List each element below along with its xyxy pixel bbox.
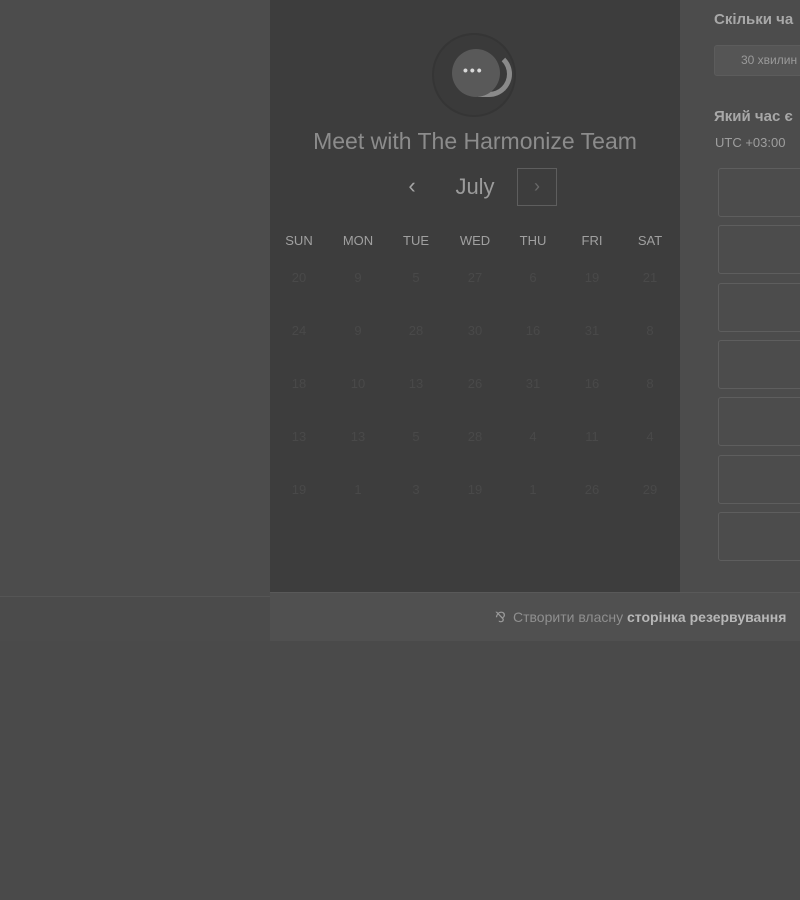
duration-option-button[interactable]: 30 хвилин	[714, 45, 800, 76]
calendar-day: 21	[642, 270, 658, 285]
time-slot-button[interactable]	[718, 454, 800, 504]
time-slot-button[interactable]	[718, 225, 800, 275]
calendar-day: 29	[642, 482, 658, 497]
time-question: Який час є	[714, 108, 793, 125]
sprocket-icon: ⅋	[495, 609, 506, 625]
meeting-title: Meet with The Harmonize Team	[313, 128, 637, 154]
calendar-day: 20	[291, 270, 307, 285]
calendar-day: 24	[291, 323, 307, 338]
time-slot-button[interactable]	[718, 282, 800, 332]
calendar-panel: ••• Meet with The Harmonize Team ‹ July …	[270, 0, 680, 592]
time-slot-button[interactable]	[718, 397, 800, 447]
calendar-day: 30	[467, 323, 483, 338]
weekday-label: SUN	[285, 233, 313, 248]
footer-left-area	[0, 597, 270, 641]
weekday-label: MON	[342, 233, 374, 248]
timezone-selector[interactable]: UTC +03:00	[715, 135, 785, 150]
next-month-button[interactable]: ›	[517, 168, 557, 206]
time-slot-button[interactable]	[718, 168, 800, 217]
calendar-day: 8	[646, 323, 654, 338]
calendar-day: 3	[412, 482, 420, 497]
weekday-label: WED	[459, 233, 491, 248]
calendar-day: 1	[529, 482, 537, 497]
calendar-day: 19	[584, 270, 600, 285]
calendar-day: 8	[646, 376, 654, 391]
previous-month-button[interactable]: ‹	[402, 172, 422, 202]
booking-panel: Скільки ча 30 хвилин Який час є UTC +03:…	[682, 0, 800, 592]
month-navigation: ‹ July ›	[270, 166, 680, 208]
calendar-day: 16	[584, 376, 600, 391]
calendar-day: 19	[467, 482, 483, 497]
weekday-header: SUN MON TUE WED THU FRI SAT	[270, 233, 680, 251]
weekday-label: SAT	[637, 233, 663, 248]
weekday-label: THU	[519, 233, 547, 248]
calendar-day: 26	[467, 376, 483, 391]
calendar-day: 13	[408, 376, 424, 391]
calendar-day: 4	[646, 429, 654, 444]
calendar-day: 28	[467, 429, 483, 444]
calendar-day: 28	[408, 323, 424, 338]
footer: ⅋ Створити власну сторінка резервування	[270, 592, 800, 641]
create-booking-page-link[interactable]: ⅋ Створити власну сторінка резервування	[495, 609, 786, 626]
footer-prefix: Створити власну	[513, 609, 628, 625]
calendar-day: 4	[529, 429, 537, 444]
calendar-day: 31	[584, 323, 600, 338]
weekday-label: FRI	[581, 233, 603, 248]
calendar-grid: 20 9 5 27 6 19 21 24 9 28 30 16 31 8 18 10 13 26 31 16 8 13 13…	[270, 262, 680, 542]
calendar-day: 13	[291, 429, 307, 444]
calendar-day: 9	[354, 270, 362, 285]
calendar-day: 19	[291, 482, 307, 497]
calendar-day: 13	[350, 429, 366, 444]
calendar-day: 31	[525, 376, 541, 391]
weekday-label: TUE	[403, 233, 429, 248]
calendar-day: 16	[525, 323, 541, 338]
avatar: •••	[432, 33, 516, 117]
footer-link-text[interactable]: сторінка резервування	[627, 609, 786, 625]
calendar-day: 5	[412, 429, 420, 444]
calendar-day: 10	[350, 376, 366, 391]
calendar-day: 1	[354, 482, 362, 497]
calendar-day: 6	[529, 270, 537, 285]
time-slot-button[interactable]	[718, 511, 800, 561]
calendar-day: 26	[584, 482, 600, 497]
ellipsis-icon: •••	[463, 62, 484, 78]
calendar-day: 27	[467, 270, 483, 285]
month-label: July	[455, 174, 495, 199]
calendar-day: 11	[585, 429, 599, 444]
calendar-day: 5	[412, 270, 420, 285]
calendar-day: 18	[291, 376, 307, 391]
duration-question: Скільки ча	[714, 11, 794, 28]
calendar-day: 9	[354, 323, 362, 338]
time-slot-button[interactable]	[718, 339, 800, 389]
